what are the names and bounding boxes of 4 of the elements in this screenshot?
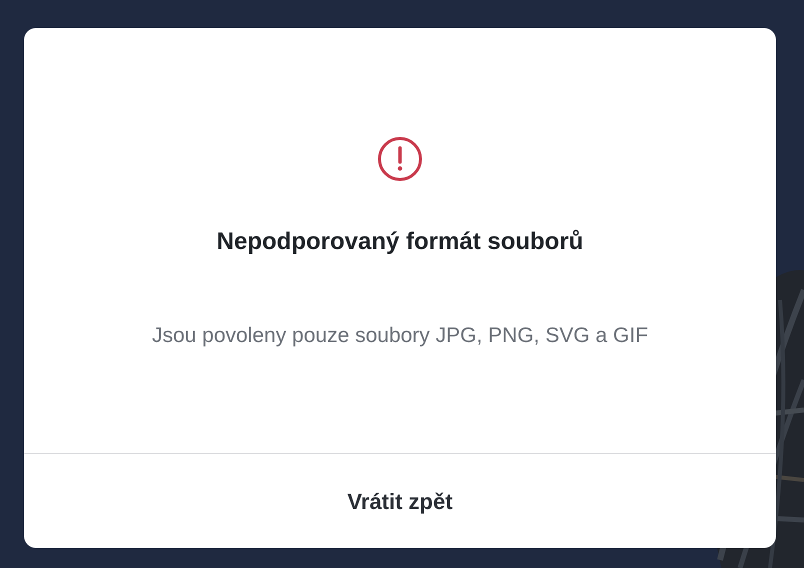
dialog-message: Jsou povoleny pouze soubory JPG, PNG, SVG a GIF [150, 323, 650, 349]
exclamation-icon [377, 136, 423, 182]
back-button[interactable]: Vrátit zpět [331, 476, 469, 526]
dialog-title: Nepodporovaný formát souborů [216, 227, 584, 257]
